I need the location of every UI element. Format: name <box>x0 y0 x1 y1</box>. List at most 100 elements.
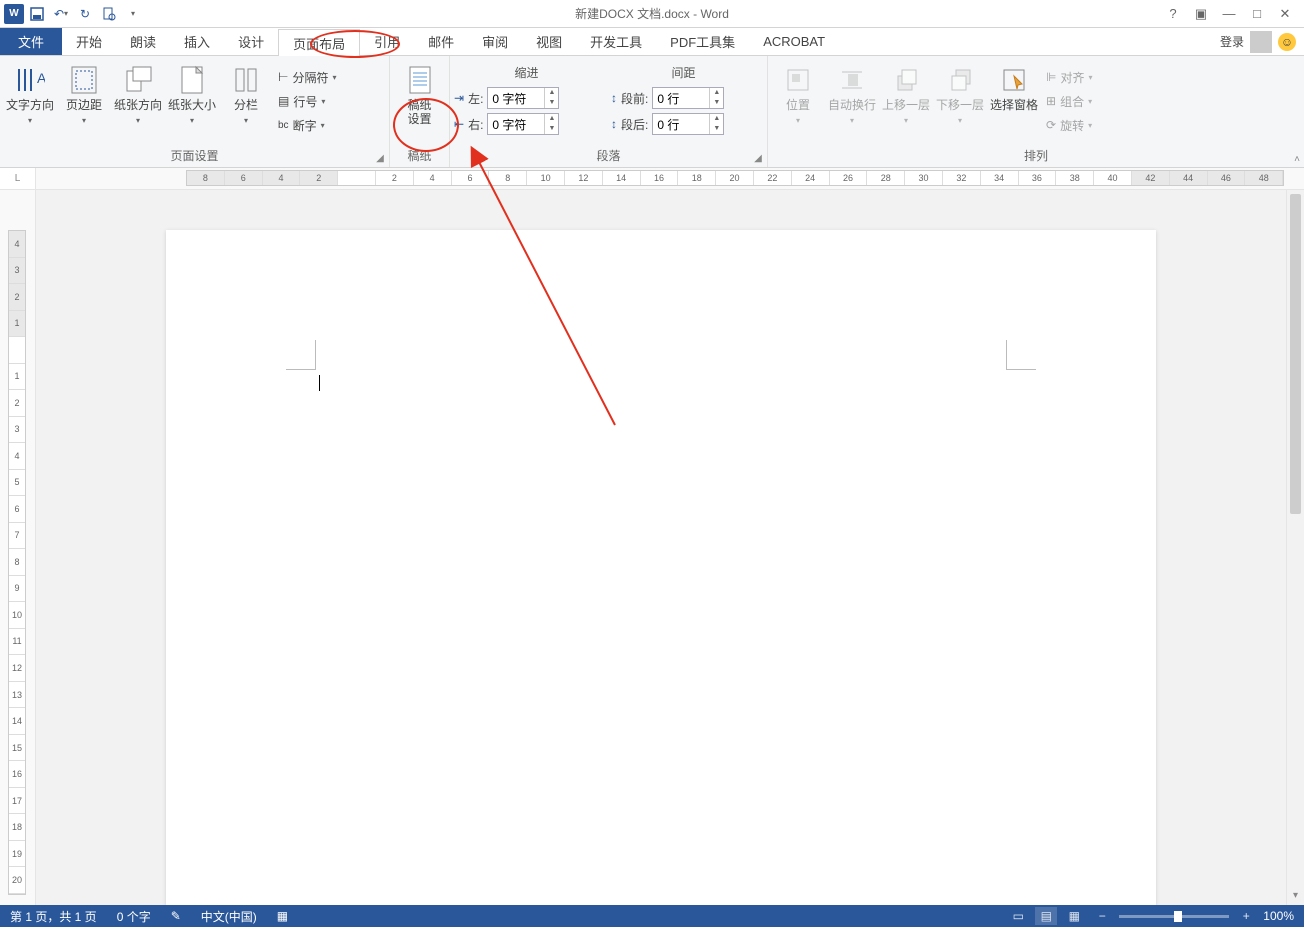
selection-pane-button[interactable]: 选择窗格 <box>988 62 1040 112</box>
status-macro-icon[interactable]: ▦ <box>267 905 298 927</box>
space-before-input[interactable] <box>653 91 709 105</box>
indent-left-icon: ⇥ <box>454 91 464 105</box>
tab-selector[interactable]: L <box>0 168 36 189</box>
close-button[interactable]: ✕ <box>1272 3 1298 25</box>
help-button[interactable]: ? <box>1160 3 1186 25</box>
indent-left-label: 左: <box>468 90 483 107</box>
tab-design[interactable]: 设计 <box>224 28 278 55</box>
window-controls: ? ▣ — □ ✕ <box>1160 3 1304 25</box>
scroll-down-button[interactable]: ▾ <box>1287 890 1304 901</box>
tab-review[interactable]: 审阅 <box>468 28 522 55</box>
status-bar: 第 1 页，共 1 页 0 个字 ✎ 中文(中国) ▦ ▭ ▤ ▦ − + 10… <box>0 905 1304 927</box>
group-writing-paper: 稿纸 设置 稿纸 <box>390 56 450 167</box>
qat-customize-button[interactable]: ▾ <box>122 3 144 25</box>
group-page-setup: A 文字方向▾ 页边距▾ 纸张方向▾ 纸张大小▾ 分栏▾ ⊢分隔符 ▾ ▤行 <box>0 56 390 167</box>
horizontal-ruler-area: L 86422468101214161820222426283032343638… <box>0 168 1304 190</box>
ribbon-display-button[interactable]: ▣ <box>1188 3 1214 25</box>
zoom-slider-knob[interactable] <box>1174 911 1182 922</box>
paragraph-launcher[interactable]: ◢ <box>751 151 765 165</box>
status-proofing-icon[interactable]: ✎ <box>161 905 191 927</box>
hyphen-icon: bc <box>278 120 289 131</box>
maximize-button[interactable]: □ <box>1244 3 1270 25</box>
page-setup-launcher[interactable]: ◢ <box>373 151 387 165</box>
tab-page-layout[interactable]: 页面布局 <box>278 29 360 56</box>
vertical-scrollbar[interactable]: ▾ <box>1286 190 1304 905</box>
view-web-layout-button[interactable]: ▦ <box>1063 907 1085 925</box>
print-preview-button[interactable] <box>98 3 120 25</box>
status-page[interactable]: 第 1 页，共 1 页 <box>0 905 107 927</box>
tab-read[interactable]: 朗读 <box>116 28 170 55</box>
view-print-layout-button[interactable]: ▤ <box>1035 907 1057 925</box>
position-button: 位置▾ <box>772 62 824 128</box>
writing-paper-settings-button[interactable]: 稿纸 设置 <box>394 62 445 126</box>
space-before-label: 段前: <box>621 90 648 107</box>
space-after-icon: ↕ <box>611 117 617 131</box>
breaks-button[interactable]: ⊢分隔符 ▾ <box>274 66 340 88</box>
document-area[interactable] <box>36 190 1286 905</box>
hyphenation-button[interactable]: bc断字 ▾ <box>274 114 340 136</box>
horizontal-ruler[interactable]: 8642246810121416182022242628303234363840… <box>36 168 1304 189</box>
indent-right-label: 右: <box>468 116 483 133</box>
tab-acrobat[interactable]: ACROBAT <box>749 28 839 55</box>
tab-developer[interactable]: 开发工具 <box>576 28 656 55</box>
text-cursor <box>319 375 320 391</box>
line-numbers-button[interactable]: ▤行号 ▾ <box>274 90 340 112</box>
indent-right-spinner[interactable]: ▲▼ <box>487 113 559 135</box>
view-read-mode-button[interactable]: ▭ <box>1007 907 1029 925</box>
redo-button[interactable]: ↻ <box>74 3 96 25</box>
status-language[interactable]: 中文(中国) <box>191 905 267 927</box>
save-button[interactable] <box>26 3 48 25</box>
line-num-icon: ▤ <box>278 94 289 108</box>
tab-insert[interactable]: 插入 <box>170 28 224 55</box>
paper-size-button[interactable]: 纸张大小▾ <box>166 62 218 128</box>
indent-right-icon: ⇤ <box>454 117 464 131</box>
window-title: 新建DOCX 文档.docx - Word <box>575 5 729 22</box>
space-after-label: 段后: <box>621 116 648 133</box>
zoom-level[interactable]: 100% <box>1263 909 1294 923</box>
breaks-icon: ⊢ <box>278 70 288 84</box>
zoom-out-button[interactable]: − <box>1091 907 1113 925</box>
word-app-icon: W <box>4 4 24 24</box>
collapse-ribbon-button[interactable]: ˄ <box>1294 154 1300 165</box>
tab-home[interactable]: 开始 <box>62 28 116 55</box>
minimize-button[interactable]: — <box>1216 3 1242 25</box>
vertical-ruler[interactable]: 43211234567891011121314151617181920 <box>0 190 36 905</box>
indent-left-spinner[interactable]: ▲▼ <box>487 87 559 109</box>
tab-view[interactable]: 视图 <box>522 28 576 55</box>
group-paragraph: 缩进 ⇥ 左: ▲▼ ⇤ 右: ▲▼ 间距 ↕ 段前: ▲▼ <box>450 56 768 167</box>
zoom-in-button[interactable]: + <box>1235 907 1257 925</box>
feedback-smile-icon[interactable]: ☺ <box>1278 33 1296 51</box>
zoom-slider[interactable] <box>1119 915 1229 918</box>
indent-right-input[interactable] <box>488 117 544 131</box>
tab-reference[interactable]: 引用 <box>360 28 414 55</box>
group-objects-button: ⊞组合 ▾ <box>1042 90 1096 112</box>
workspace: 43211234567891011121314151617181920 ▾ <box>0 190 1304 905</box>
spacing-header: 间距 <box>611 62 756 85</box>
account-area: 登录 ☺ <box>1220 28 1296 55</box>
indent-left-input[interactable] <box>488 91 544 105</box>
space-before-spinner[interactable]: ▲▼ <box>652 87 724 109</box>
ribbon-tabs: 文件 开始 朗读 插入 设计 页面布局 引用 邮件 审阅 视图 开发工具 PDF… <box>0 28 1304 56</box>
text-direction-button[interactable]: A 文字方向▾ <box>4 62 56 128</box>
columns-button[interactable]: 分栏▾ <box>220 62 272 128</box>
align-icon: ⊫ <box>1046 70 1056 84</box>
avatar-icon[interactable] <box>1250 31 1272 53</box>
undo-button[interactable]: ↶▾ <box>50 3 72 25</box>
scrollbar-thumb[interactable] <box>1290 194 1301 514</box>
indent-header: 缩进 <box>454 62 599 85</box>
tab-pdf-tools[interactable]: PDF工具集 <box>656 28 749 55</box>
orientation-button[interactable]: 纸张方向▾ <box>112 62 164 128</box>
space-after-spinner[interactable]: ▲▼ <box>652 113 724 135</box>
tab-file[interactable]: 文件 <box>0 28 62 55</box>
bring-forward-button: 上移一层▾ <box>880 62 932 128</box>
document-page[interactable] <box>166 230 1156 905</box>
status-word-count[interactable]: 0 个字 <box>107 905 161 927</box>
margins-button[interactable]: 页边距▾ <box>58 62 110 128</box>
tab-mail[interactable]: 邮件 <box>414 28 468 55</box>
svg-text:A: A <box>37 70 45 86</box>
space-after-input[interactable] <box>653 117 709 131</box>
group-label-arrange: 排列 <box>772 147 1300 167</box>
group-label-paragraph: 段落 <box>454 147 763 167</box>
login-link[interactable]: 登录 <box>1220 33 1244 50</box>
align-button: ⊫对齐 ▾ <box>1042 66 1096 88</box>
